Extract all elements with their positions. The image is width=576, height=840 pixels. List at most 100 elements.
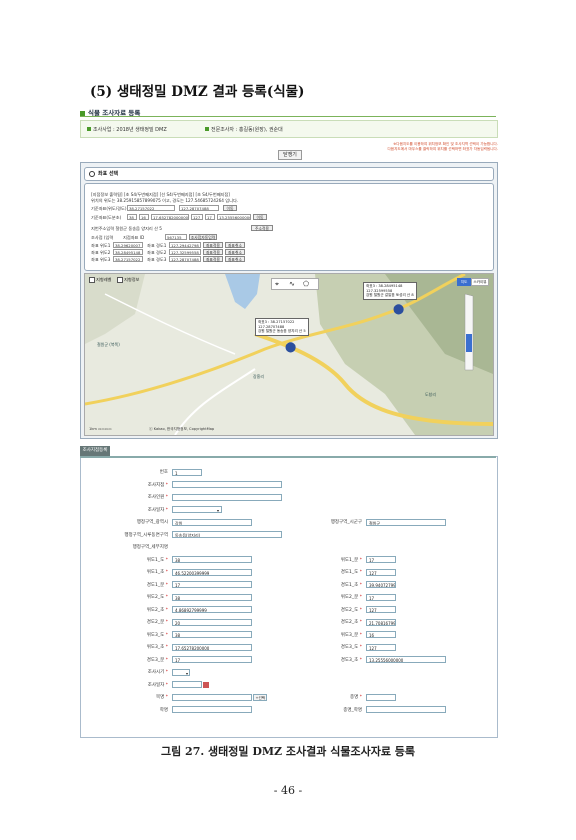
form-label: 위도1_도 * <box>146 557 168 563</box>
coord-input[interactable]: 38 <box>172 593 252 601</box>
form-label: 경도1_초 * <box>340 582 362 588</box>
map-marker-icon[interactable]: ⬤ <box>285 342 296 353</box>
form-row: 학명 종명_학명 <box>90 704 466 717</box>
coord-input[interactable]: 17 <box>172 581 252 589</box>
surveyor-input[interactable] <box>172 493 282 501</box>
survey-date-input[interactable] <box>172 681 202 689</box>
checkbox-icon <box>117 277 123 283</box>
species-sci-input[interactable] <box>366 706 446 714</box>
tab-survey-site[interactable]: 조사지점등록 <box>80 446 110 456</box>
pin-tool-icon[interactable]: ⌖ <box>275 280 279 289</box>
site-input[interactable] <box>172 481 282 489</box>
terrain-level-toggle[interactable]: 지형레벨 <box>89 277 111 283</box>
point-lng-input[interactable]: 127.29442798 <box>169 242 201 248</box>
coord-input[interactable]: 39.94072799999 <box>366 581 396 589</box>
town-input[interactable]: 동송읍(양지리) <box>172 531 282 539</box>
lng-deg-input[interactable]: 127 <box>191 214 203 220</box>
apply-address-button[interactable]: 주소적용 <box>251 225 273 231</box>
bullet-icon <box>87 127 91 131</box>
help-notes: ※다음지도를 이용하여 위치정보 확인 및 조사지역 선택이 가능합니다. 다음… <box>380 142 499 152</box>
view-button[interactable]: 닫쟁기 <box>278 150 302 160</box>
family-input[interactable] <box>172 693 252 701</box>
form-label: 조사지점 * <box>147 482 168 488</box>
point-lng-input[interactable]: 127.28707488 <box>169 256 201 262</box>
coord-input[interactable]: 38 <box>172 631 252 639</box>
radio-icon <box>89 170 95 177</box>
cancel-point-button[interactable]: 좌표취소 <box>225 256 245 262</box>
coord-input[interactable]: 4.86892799999 <box>172 606 252 614</box>
coord-input[interactable]: 127 <box>366 643 396 651</box>
base-lat-input[interactable]: 38.27157022 <box>127 205 175 211</box>
form-label: 위도1_초 * <box>146 570 168 576</box>
help-note: 다음지도에서 마우스를 클릭하여 위치를 선택하면 좌표가 자동입력됩니다. <box>387 147 499 151</box>
chevron-down-icon: ▾ <box>185 670 188 676</box>
form-row: 조사인원 * <box>90 491 466 504</box>
coordinate-desc: 위치의 위도는 38.25915857899075 이고, 경도는 127.54… <box>91 198 239 203</box>
point-lng-input[interactable]: 127.32599558 <box>169 249 201 255</box>
apply-point-button[interactable]: 좌표적용 <box>203 249 223 255</box>
coord-input[interactable]: 20 <box>172 618 252 626</box>
form-label: 행정구역_시루동면구역 <box>124 532 168 538</box>
terrain-info-toggle[interactable]: 지형정보 <box>117 277 139 283</box>
point-lat-label: 좌표 위도3 <box>91 257 111 262</box>
number-input[interactable]: 1 <box>172 468 202 476</box>
point-lat-input[interactable]: 38.28495148 <box>113 249 143 255</box>
coord-input[interactable]: 46.52200399999 <box>172 568 252 576</box>
coord-row: 위도2_초 * 4.86892799999 경도2_도 * 127 <box>90 604 466 617</box>
calendar-icon[interactable] <box>203 681 210 688</box>
form-label: 경도2_도 * <box>340 607 362 613</box>
base-lng-input[interactable]: 127.28707488 <box>179 205 219 211</box>
point-lat-input[interactable]: 38.27157022 <box>113 256 143 262</box>
coord-input[interactable]: 17.65278200000 <box>172 643 252 651</box>
section-divider <box>80 116 496 117</box>
map-tools: ⌖ ∿ ⬠ <box>271 278 319 290</box>
species-input[interactable] <box>366 693 396 701</box>
map-marker-icon[interactable]: ⬤ <box>393 304 404 315</box>
form-row: 조사일자 * ▾ <box>90 504 466 517</box>
cancel-point-button[interactable]: 좌표취소 <box>225 242 245 248</box>
coord-input[interactable]: 16 <box>366 631 396 639</box>
lng-min-input[interactable]: 17 <box>205 214 215 220</box>
line-tool-icon[interactable]: ∿ <box>289 280 295 288</box>
form-label: 목명 * <box>156 695 168 701</box>
survey-point-id-input[interactable]: 567135 <box>165 234 187 240</box>
coord-input[interactable]: 38 <box>172 556 252 564</box>
lat-min-input[interactable]: 16 <box>139 214 149 220</box>
form-row: 조사일자 * <box>90 679 466 692</box>
coord-row: 위도3_도 * 38 위도3_분 * 16 <box>90 629 466 642</box>
lng-sec-input[interactable]: 13.25556000000 <box>217 214 251 220</box>
square-bullet-icon <box>80 110 85 116</box>
coord-input[interactable]: 13.25556000000 <box>366 656 446 664</box>
apply-point-button[interactable]: 좌표적용 <box>203 242 223 248</box>
coord-input[interactable]: 17 <box>366 593 396 601</box>
map-view[interactable]: 지형레벨 지형정보 ⌖ ∿ ⬠ 지도 스카이뷰 좌표3 : 38.2849514… <box>84 273 494 436</box>
cancel-point-button[interactable]: 좌표취소 <box>225 249 245 255</box>
skyview-button[interactable]: 스카이뷰 <box>471 278 489 286</box>
city-input[interactable]: 철원군 <box>366 518 446 526</box>
coord-input[interactable]: 127 <box>366 568 396 576</box>
date-select[interactable]: ▾ <box>172 506 222 514</box>
auto-survey-button[interactable]: 조사점자동입력 <box>189 234 217 240</box>
form-label: 위도3_초 * <box>146 645 168 651</box>
move-button[interactable]: 이동 <box>223 205 237 211</box>
lat-sec-input[interactable]: 17.652782000000 <box>151 214 189 220</box>
move-button[interactable]: 이동 <box>253 214 267 220</box>
coord-input[interactable]: 17 <box>172 656 252 664</box>
apply-point-button[interactable]: 좌표적용 <box>203 256 223 262</box>
form-label: 위도1_분 * <box>340 557 362 563</box>
form-label: 경도3_분 * <box>146 657 168 663</box>
lat-deg-input[interactable]: 38 <box>127 214 137 220</box>
province-input[interactable]: 강원 <box>172 518 252 526</box>
form-label: 행정구역_세부지명 <box>132 545 168 551</box>
season-select[interactable]: ▾ <box>172 668 190 676</box>
coord-row: 경도3_분 * 17 경도3_초 * 13.25556000000 <box>90 654 466 667</box>
area-tool-icon[interactable]: ⬠ <box>303 280 309 288</box>
coord-input[interactable]: 127 <box>366 606 396 614</box>
coord-input[interactable]: 17 <box>366 556 396 564</box>
point-lat-input[interactable]: 38.29620007 <box>113 242 143 248</box>
coord-input[interactable]: 21.70816799999 <box>366 618 396 626</box>
sci-name-input[interactable] <box>172 706 252 714</box>
form-label: 경도2_초 * <box>340 620 362 626</box>
map-type-button[interactable]: 지도 <box>457 278 471 286</box>
select-button[interactable]: +선택 <box>253 693 268 701</box>
